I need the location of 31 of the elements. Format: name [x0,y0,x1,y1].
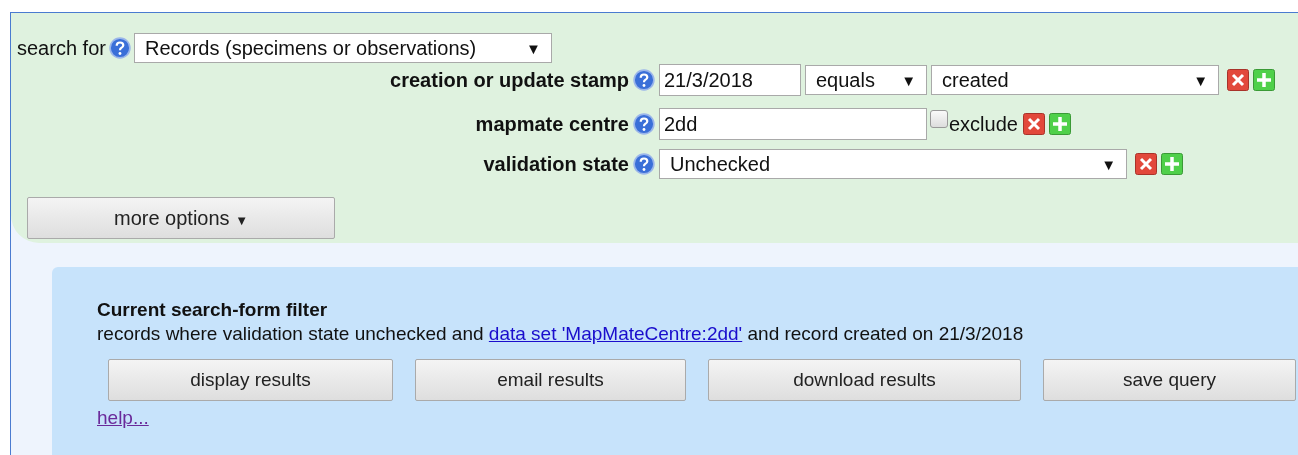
text-field[interactable]: 2dd [659,108,927,140]
filter-label: creation or update stamp [389,68,629,92]
exclude-checkbox[interactable] [930,110,948,128]
help-icon[interactable] [633,69,655,91]
filter-description: records where validation state unchecked and data set 'MapMateCentre:2dd' and record created on 21/3/2018 [97,323,1025,345]
stamp-type-dropdown[interactable]: created ▼ [931,65,1219,95]
more-options-button[interactable]: more options ▼ [27,197,335,239]
action-button[interactable]: display results [108,359,393,401]
operator-dropdown[interactable]: equals ▼ [805,65,927,95]
add-icon[interactable] [1161,153,1183,175]
help-icon[interactable] [108,37,131,59]
help-link[interactable]: help... [97,407,149,429]
filter-label: mapmate centre [474,112,629,136]
add-icon[interactable] [1048,113,1071,135]
help-icon[interactable] [633,113,655,135]
filter-title: Current search-form filter [97,299,329,321]
action-button[interactable]: email results [415,359,686,401]
data-set-link[interactable]: data set 'MapMateCentre:2dd' [488,323,743,344]
remove-icon[interactable] [1022,113,1045,135]
validation-dropdown[interactable]: Unchecked ▼ [659,149,1127,179]
search-for-label: search for [17,36,106,60]
date-field[interactable]: 21/3/2018 [659,64,801,96]
action-button[interactable]: save query [1043,359,1296,401]
add-icon[interactable] [1253,69,1275,91]
filter-label: validation state [482,152,629,176]
remove-icon[interactable] [1227,69,1249,91]
help-icon[interactable] [633,153,655,175]
action-button[interactable]: download results [708,359,1021,401]
exclude-label: exclude [949,112,1018,136]
record-type-dropdown[interactable]: Records (specimens or observations) ▼ [133,33,552,63]
remove-icon[interactable] [1135,153,1157,175]
